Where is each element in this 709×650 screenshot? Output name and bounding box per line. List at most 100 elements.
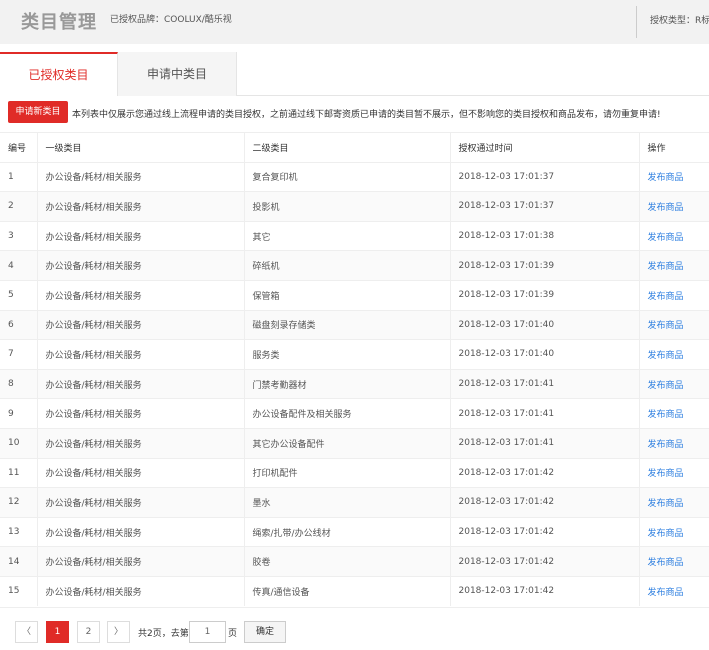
publish-product-link[interactable]: 发布商品	[648, 469, 684, 479]
row-approved-time: 2018-12-03 17:01:39	[450, 279, 640, 311]
table-body: 1 办公设备/耗材/相关服务 复合复印机 2018-12-03 17:01:37 发布商…	[0, 161, 709, 606]
row-action-cell: 发布商品	[639, 427, 709, 459]
row-approved-time: 2018-12-03 17:01:40	[450, 339, 640, 370]
prev-page-button[interactable]: 〈	[15, 621, 38, 643]
row-approved-time: 2018-12-03 17:01:42	[450, 457, 640, 488]
row-action-cell: 发布商品	[639, 161, 709, 192]
table-row: 9 办公设备/耗材/相关服务 办公设备配件及相关服务 2018-12-03 17:01…	[0, 398, 709, 429]
row-number: 10	[0, 427, 38, 459]
pagination: 〈 1 2 〉 共2页，去第 页 确定	[0, 607, 709, 650]
row-action-cell: 发布商品	[639, 191, 709, 222]
row-action-cell: 发布商品	[639, 487, 709, 518]
apply-new-category-button[interactable]: 申请新类目	[8, 101, 68, 123]
row-number: 3	[0, 220, 38, 251]
publish-product-link[interactable]: 发布商品	[648, 262, 684, 272]
row-level1-category: 办公设备/耗材/相关服务	[37, 161, 245, 192]
row-number: 11	[0, 457, 38, 488]
row-number: 14	[0, 546, 38, 577]
total-pages-text: 共2页，去第	[138, 629, 189, 639]
row-level1-category: 办公设备/耗材/相关服务	[37, 368, 245, 399]
row-level1-category: 办公设备/耗材/相关服务	[37, 427, 245, 459]
publish-product-link[interactable]: 发布商品	[648, 410, 684, 420]
row-action-cell: 发布商品	[639, 309, 709, 340]
row-number: 8	[0, 368, 38, 399]
row-number: 6	[0, 309, 38, 340]
row-number: 15	[0, 575, 38, 606]
page-header: 类目管理 已授权品牌：COOLUX/酷乐视 授权类型：R标	[0, 0, 709, 44]
row-level1-category: 办公设备/耗材/相关服务	[37, 516, 245, 547]
row-action-cell: 发布商品	[639, 546, 709, 577]
publish-product-link[interactable]: 发布商品	[648, 588, 684, 598]
row-level2-category: 门禁考勤器材	[244, 368, 451, 399]
goto-page-confirm-button[interactable]: 确定	[244, 621, 286, 643]
row-action-cell: 发布商品	[639, 368, 709, 399]
table-row: 11 办公设备/耗材/相关服务 打印机配件 2018-12-03 17:01:42 发布…	[0, 457, 709, 488]
goto-page-input[interactable]	[189, 621, 226, 643]
row-approved-time: 2018-12-03 17:01:42	[450, 546, 640, 577]
publish-product-link[interactable]: 发布商品	[648, 292, 684, 302]
row-action-cell: 发布商品	[639, 516, 709, 547]
page-2-button[interactable]: 2	[77, 621, 100, 643]
row-level2-category: 磁盘刻录存储类	[244, 309, 451, 340]
row-approved-time: 2018-12-03 17:01:41	[450, 398, 640, 429]
publish-product-link[interactable]: 发布商品	[648, 203, 684, 213]
table-row: 13 办公设备/耗材/相关服务 绳索/扎带/办公线材 2018-12-03 17:01…	[0, 516, 709, 547]
row-level1-category: 办公设备/耗材/相关服务	[37, 250, 245, 281]
page-title: 类目管理	[21, 12, 97, 33]
publish-product-link[interactable]: 发布商品	[648, 499, 684, 509]
row-level2-category: 墨水	[244, 487, 451, 518]
row-approved-time: 2018-12-03 17:01:40	[450, 309, 640, 340]
column-header-level1: 一级类目	[37, 132, 245, 163]
next-page-button[interactable]: 〉	[107, 621, 130, 643]
row-number: 5	[0, 279, 38, 311]
row-number: 2	[0, 191, 38, 222]
row-number: 9	[0, 398, 38, 429]
row-number: 1	[0, 161, 38, 192]
publish-product-link[interactable]: 发布商品	[648, 381, 684, 391]
table-row: 3 办公设备/耗材/相关服务 其它 2018-12-03 17:01:38 发布商品	[0, 220, 709, 251]
row-level2-category: 复合复印机	[244, 161, 451, 192]
row-approved-time: 2018-12-03 17:01:42	[450, 575, 640, 606]
publish-product-link[interactable]: 发布商品	[648, 440, 684, 450]
tab-pending-categories[interactable]: 申请中类目	[118, 52, 237, 96]
column-header-number: 编号	[0, 132, 38, 163]
row-approved-time: 2018-12-03 17:01:38	[450, 220, 640, 251]
table-row: 15 办公设备/耗材/相关服务 传真/通信设备 2018-12-03 17:01:42…	[0, 575, 709, 606]
page-unit-label: 页	[228, 629, 238, 639]
table-row: 4 办公设备/耗材/相关服务 碎纸机 2018-12-03 17:01:39 发布商品	[0, 250, 709, 281]
row-level2-category: 传真/通信设备	[244, 575, 451, 606]
publish-product-link[interactable]: 发布商品	[648, 173, 684, 183]
row-level2-category: 服务类	[244, 339, 451, 370]
row-level2-category: 办公设备配件及相关服务	[244, 398, 451, 429]
row-level1-category: 办公设备/耗材/相关服务	[37, 339, 245, 370]
table-row: 10 办公设备/耗材/相关服务 其它办公设备配件 2018-12-03 17:01:4…	[0, 427, 709, 459]
column-header-actions: 操作	[639, 132, 709, 163]
publish-product-link[interactable]: 发布商品	[648, 321, 684, 331]
row-level2-category: 绳索/扎带/办公线材	[244, 516, 451, 547]
publish-product-link[interactable]: 发布商品	[648, 233, 684, 243]
notice-text: 本列表中仅展示您通过线上流程申请的类目授权，之前通过线下邮寄资质已申请的类目暂不…	[72, 110, 661, 120]
header-divider	[636, 6, 637, 38]
row-action-cell: 发布商品	[639, 575, 709, 606]
row-approved-time: 2018-12-03 17:01:42	[450, 516, 640, 547]
publish-product-link[interactable]: 发布商品	[648, 529, 684, 539]
row-level2-category: 其它办公设备配件	[244, 427, 451, 459]
row-level1-category: 办公设备/耗材/相关服务	[37, 546, 245, 577]
row-approved-time: 2018-12-03 17:01:37	[450, 161, 640, 192]
row-level1-category: 办公设备/耗材/相关服务	[37, 575, 245, 606]
publish-product-link[interactable]: 发布商品	[648, 558, 684, 568]
column-header-level2: 二级类目	[244, 132, 451, 163]
row-approved-time: 2018-12-03 17:01:39	[450, 250, 640, 281]
table-header-row: 编号 一级类目 二级类目 授权通过时间 操作	[0, 132, 709, 163]
tab-authorized-categories[interactable]: 已授权类目	[0, 52, 118, 96]
row-approved-time: 2018-12-03 17:01:37	[450, 191, 640, 222]
row-level1-category: 办公设备/耗材/相关服务	[37, 457, 245, 488]
table-row: 2 办公设备/耗材/相关服务 投影机 2018-12-03 17:01:37 发布商品	[0, 191, 709, 222]
row-action-cell: 发布商品	[639, 250, 709, 281]
column-header-approved-time: 授权通过时间	[450, 132, 640, 163]
row-approved-time: 2018-12-03 17:01:41	[450, 427, 640, 459]
publish-product-link[interactable]: 发布商品	[648, 351, 684, 361]
category-table: 编号 一级类目 二级类目 授权通过时间 操作 1 办公设备/耗材/相关服务 复合复印…	[0, 132, 709, 606]
row-number: 13	[0, 516, 38, 547]
page-1-button[interactable]: 1	[46, 621, 69, 643]
